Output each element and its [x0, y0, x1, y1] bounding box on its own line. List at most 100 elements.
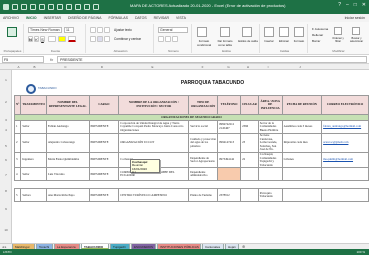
- header-cell[interactable]: NOMBRE DEL REPRESENTANTE LEGAL: [45, 95, 90, 115]
- cell-styles-label[interactable]: Estilos de celda: [238, 39, 258, 43]
- clear-button[interactable]: Borrar: [312, 39, 320, 43]
- formula-input[interactable]: PRESIDENTE: [57, 55, 367, 63]
- header-cell[interactable]: TIPO DE ORGANIZACIÓN: [188, 95, 219, 115]
- tab-archivo[interactable]: ARCHIVO: [3, 16, 19, 20]
- name-box[interactable]: F5: [2, 55, 44, 63]
- sort-asc-icon[interactable]: [66, 4, 72, 10]
- sort-filter-label[interactable]: Ordenar y filtrar: [329, 37, 347, 43]
- borders-button[interactable]: [48, 36, 56, 42]
- table-cell[interactable]: 0994147413: [217, 133, 242, 153]
- table-cell[interactable]: PRESIDENTE: [88, 167, 120, 182]
- header-cell[interactable]: TRATAMIENTO: [20, 95, 47, 115]
- row-header-10[interactable]: 10: [0, 228, 12, 232]
- table-cell[interactable]: Sector de la Comunidades Bueno Hombre: [257, 120, 283, 134]
- align-middle-button[interactable]: [97, 27, 103, 33]
- find-select-icon[interactable]: [352, 27, 360, 35]
- print-icon[interactable]: [39, 4, 45, 10]
- header-cell[interactable]: NOMBRE DE LA ORGANIZACIÓN / INSTITUCIÓN …: [118, 95, 190, 115]
- table-cell[interactable]: Fabián Andrango: [45, 120, 90, 134]
- thousands-button[interactable]: [172, 36, 178, 42]
- table-cell[interactable]: Corporación de Unidad Integral de Agua y…: [118, 120, 190, 134]
- font-color-button[interactable]: [68, 36, 76, 42]
- empty-cell[interactable]: [14, 180, 369, 190]
- table-cell[interactable]: Impresión cada mes: [281, 133, 323, 153]
- row-header-8[interactable]: 8: [0, 189, 12, 193]
- table-cell[interactable]: Servicio social: [188, 120, 219, 134]
- table-cell[interactable]: [321, 188, 369, 203]
- align-bottom-button[interactable]: [104, 27, 110, 33]
- row-header-9[interactable]: 9: [0, 207, 12, 211]
- header-cell[interactable]: FECHA DE REUNIÓN: [281, 95, 323, 115]
- sign-in-link[interactable]: Iniciar sesión: [345, 16, 365, 20]
- table-cell[interactable]: Luis Vizcaíno: [45, 167, 90, 182]
- insert-cells-label[interactable]: Insertar: [262, 39, 276, 43]
- tab-diseno-pagina[interactable]: DISEÑO DE PÁGINA: [68, 16, 101, 20]
- tab-formulas[interactable]: FÓRMULAS: [108, 16, 127, 20]
- number-format-select[interactable]: General: [158, 27, 188, 33]
- table-cell[interactable]: Señor: [20, 167, 47, 182]
- worksheet[interactable]: TABACUNDO PARROQUIA TABACUNDO N° TRATAMI…: [12, 70, 369, 243]
- find-select-label[interactable]: Buscar y seleccionar: [347, 37, 366, 43]
- header-cell[interactable]: CARGO: [88, 95, 120, 115]
- tab-datos[interactable]: DATOS: [135, 16, 147, 20]
- row-header-2[interactable]: 2: [0, 100, 12, 104]
- table-cell[interactable]: Ingeniero: [20, 151, 47, 169]
- table-cell[interactable]: Señora: [20, 188, 47, 203]
- bold-button[interactable]: N: [28, 36, 33, 42]
- table-cell[interactable]: María Elena Quimbiamba: [45, 151, 90, 169]
- table-cell[interactable]: Parroquia Tabacundo: [257, 188, 283, 203]
- conditional-format-label[interactable]: Formato condicional: [195, 39, 213, 47]
- table-cell[interactable]: ORGANIZACIÓN UCCOT: [118, 133, 190, 153]
- table-cell[interactable]: Ana María Imba Pupo: [45, 188, 90, 203]
- paste-icon[interactable]: [7, 27, 17, 37]
- tab-inicio[interactable]: INICIO: [26, 16, 37, 20]
- delete-cells-icon[interactable]: [279, 27, 289, 37]
- row-header-4[interactable]: 4: [0, 128, 12, 132]
- row-header-1[interactable]: 1: [0, 78, 12, 82]
- table-cell[interactable]: [240, 167, 259, 182]
- email-icon[interactable]: [48, 4, 54, 10]
- table-cell[interactable]: Cuidado y protección del agua de los pár…: [188, 133, 219, 153]
- email-cell[interactable]: ucancoc@gmail.com: [321, 133, 369, 153]
- align-top-button[interactable]: [90, 27, 96, 33]
- delete-cells-label[interactable]: Eliminar: [277, 39, 291, 43]
- cell-styles-icon[interactable]: [242, 27, 252, 37]
- undo-icon[interactable]: [21, 4, 27, 10]
- row-header-3[interactable]: 3: [0, 118, 12, 122]
- table-cell[interactable]: [217, 167, 242, 182]
- fill-color-button[interactable]: [58, 36, 66, 42]
- email-cell[interactable]: fabian_andrango@hotmail.com: [321, 120, 369, 134]
- table-cell[interactable]: [257, 167, 283, 182]
- format-cells-icon[interactable]: [294, 27, 304, 37]
- header-cell[interactable]: TELÉFONO: [217, 95, 242, 115]
- table-cell[interactable]: PRESIDENTE: [88, 133, 120, 153]
- table-cell[interactable]: 2366: [240, 120, 259, 134]
- row-header-7[interactable]: 7: [0, 173, 12, 177]
- fill-button[interactable]: Rellenar: [312, 33, 323, 37]
- table-cell[interactable]: Cochasquí, Comunidades Tupigachi y Tabac…: [257, 151, 283, 169]
- table-cell[interactable]: Señor: [20, 120, 47, 134]
- table-cell[interactable]: 2378912: [217, 188, 242, 203]
- conditional-format-icon[interactable]: [197, 27, 207, 37]
- merge-center-button[interactable]: Combinar y centrar: [114, 37, 141, 41]
- table-cell[interactable]: Alejandro Cabascango: [45, 133, 90, 153]
- table-cell[interactable]: Dependiente administrativo: [188, 167, 219, 182]
- align-left-button[interactable]: [90, 36, 96, 42]
- table-cell[interactable]: PRESIDENTE: [88, 188, 120, 203]
- align-right-button[interactable]: [104, 36, 110, 42]
- redo-icon[interactable]: [30, 4, 36, 10]
- table-cell[interactable]: CENTRO TURÍSTICO CAMPESINO: [118, 188, 190, 203]
- autosum-button[interactable]: Σ Autosuma: [312, 27, 328, 31]
- table-cell[interactable]: [240, 188, 259, 203]
- table-cell[interactable]: Planta de Turismo: [188, 188, 219, 203]
- table-cell[interactable]: [281, 167, 323, 182]
- table-cell[interactable]: Señor: [20, 133, 47, 153]
- font-name-select[interactable]: Times New Roman: [28, 27, 62, 33]
- filter-icon[interactable]: [84, 4, 90, 10]
- tab-revisar[interactable]: REVISAR: [154, 16, 169, 20]
- underline-button[interactable]: S: [40, 36, 45, 42]
- maximize-icon[interactable]: □: [354, 3, 357, 8]
- email-cell[interactable]: ma.quimb@hotmail.com: [321, 151, 369, 169]
- table-cell[interactable]: PRESIDENTE: [88, 151, 120, 169]
- table-cell[interactable]: [281, 188, 323, 203]
